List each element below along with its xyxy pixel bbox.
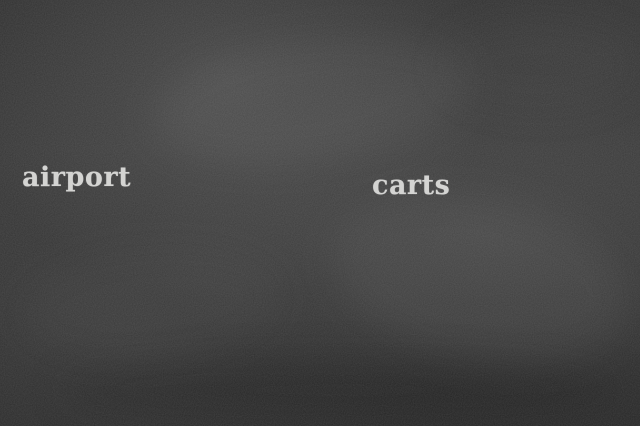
chalk-smudge (316, 170, 640, 390)
chalkboard: airport carts (0, 0, 640, 426)
chalk-smudge (440, 20, 640, 110)
board-shadow (60, 360, 620, 420)
chalk-smudge (143, 18, 477, 182)
chalk-smudge (15, 238, 285, 372)
chalk-word-carts: carts (372, 170, 451, 201)
chalk-word-airport: airport (22, 162, 132, 193)
chalk-dust-texture (0, 0, 640, 426)
